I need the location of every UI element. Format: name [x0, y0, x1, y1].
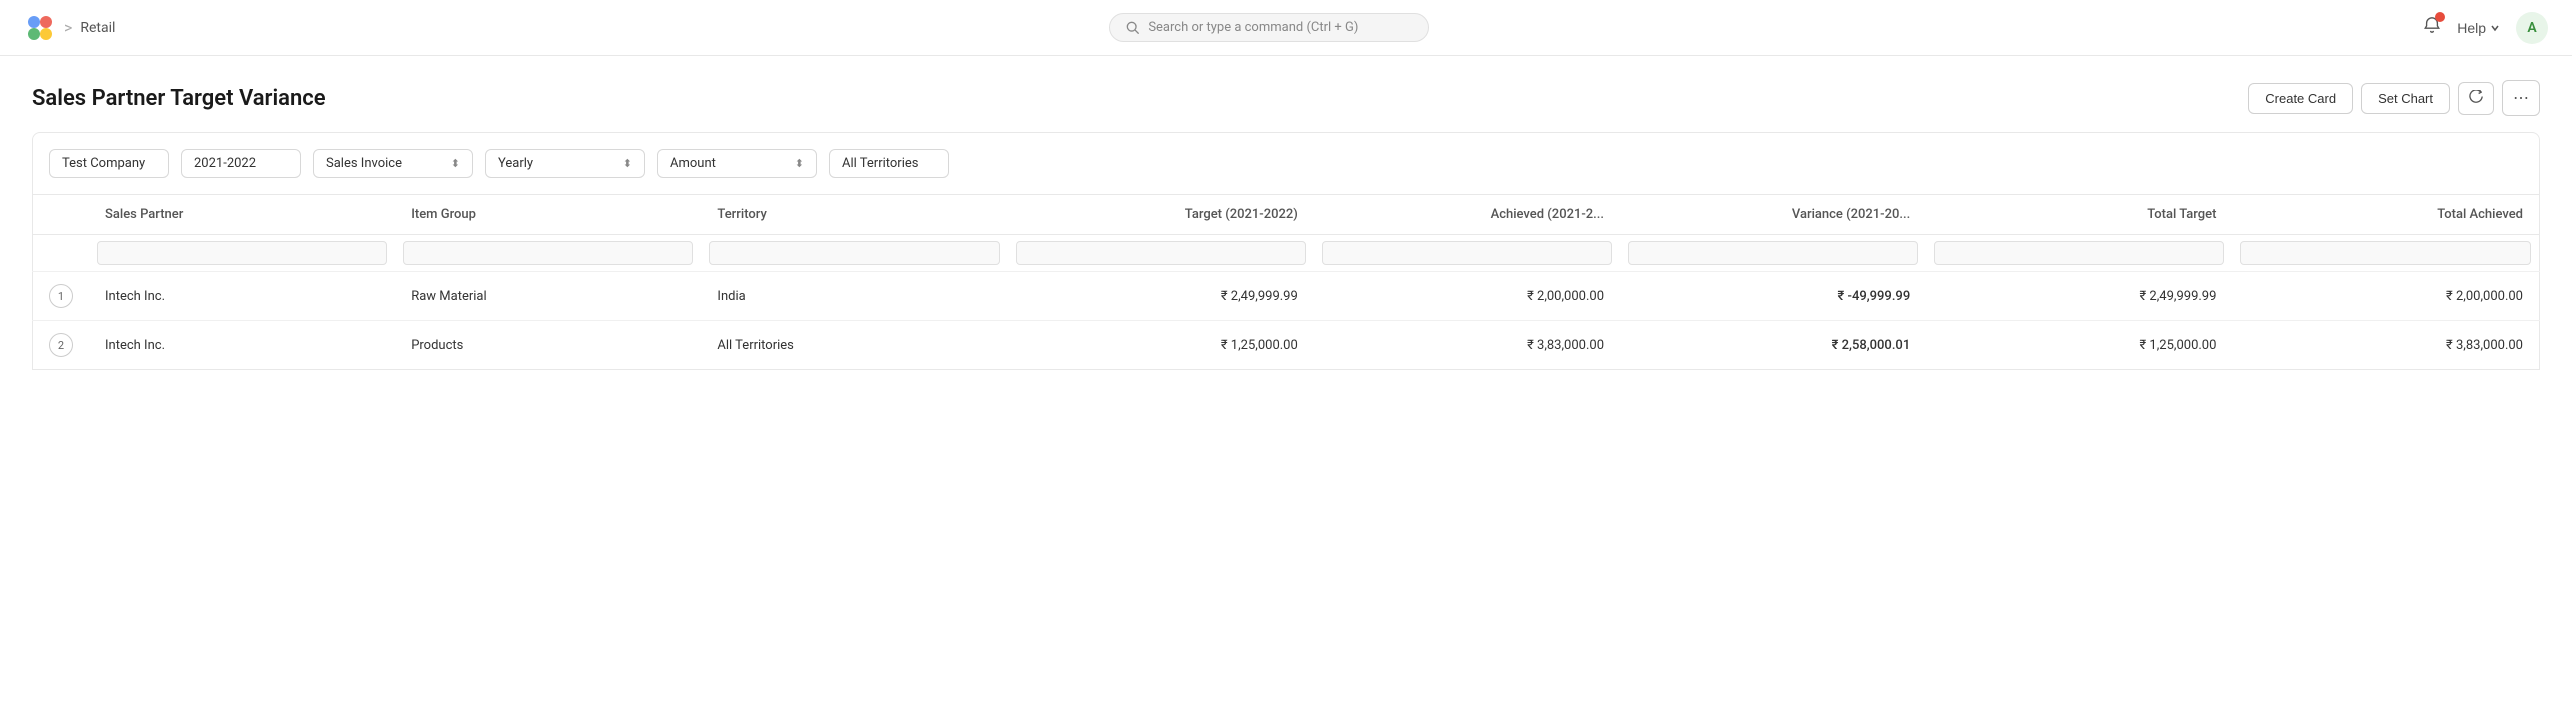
- help-label: Help: [2457, 20, 2486, 36]
- cell-item-group: Products: [395, 321, 701, 370]
- col-header-rownum: [33, 195, 90, 235]
- cell-territory: India: [701, 272, 1007, 321]
- filter-input-sales-partner[interactable]: [97, 241, 387, 265]
- breadcrumb-retail[interactable]: Retail: [80, 20, 115, 36]
- table-row: 1 Intech Inc. Raw Material India ₹ 2,49,…: [33, 272, 2540, 321]
- period-filter[interactable]: Yearly ⬍: [485, 149, 645, 178]
- breadcrumb-separator: >: [64, 18, 72, 37]
- filter-input-variance[interactable]: [1628, 241, 1918, 265]
- table-header-row: Sales Partner Item Group Territory Targe…: [33, 195, 2540, 235]
- cell-rownum: 1: [33, 272, 90, 321]
- period-value: Yearly: [498, 156, 533, 171]
- col-header-sales-partner[interactable]: Sales Partner: [89, 195, 395, 235]
- col-header-variance[interactable]: Variance (2021-20...: [1620, 195, 1926, 235]
- filter-cell-variance[interactable]: [1620, 235, 1926, 272]
- document-type-filter[interactable]: Sales Invoice ⬍: [313, 149, 473, 178]
- set-chart-button[interactable]: Set Chart: [2361, 83, 2450, 114]
- cell-territory: All Territories: [701, 321, 1007, 370]
- cell-target: ₹ 2,49,999.99: [1008, 272, 1314, 321]
- measure-filter[interactable]: Amount ⬍: [657, 149, 817, 178]
- company-filter[interactable]: Test Company: [49, 149, 169, 178]
- cell-total-achieved: ₹ 2,00,000.00: [2232, 272, 2539, 321]
- main-content: Test Company 2021-2022 Sales Invoice ⬍ Y…: [0, 132, 2572, 402]
- app-logo-icon[interactable]: [24, 12, 56, 44]
- topnav-right: Help A: [2423, 12, 2548, 44]
- search-bar[interactable]: Search or type a command (Ctrl + G): [1109, 13, 1429, 42]
- cell-item-group: Raw Material: [395, 272, 701, 321]
- filter-cell-total-achieved[interactable]: [2232, 235, 2539, 272]
- filter-cell-rownum: [33, 235, 90, 272]
- chevron-up-down-icon-3: ⬍: [795, 157, 804, 170]
- cell-rownum: 2: [33, 321, 90, 370]
- filter-cell-achieved[interactable]: [1314, 235, 1620, 272]
- avatar[interactable]: A: [2516, 12, 2548, 44]
- page-title: Sales Partner Target Variance: [32, 86, 326, 111]
- data-table: Sales Partner Item Group Territory Targe…: [32, 195, 2540, 370]
- row-number: 2: [49, 333, 73, 357]
- col-header-target[interactable]: Target (2021-2022): [1008, 195, 1314, 235]
- col-header-territory[interactable]: Territory: [701, 195, 1007, 235]
- table-row: 2 Intech Inc. Products All Territories ₹…: [33, 321, 2540, 370]
- filter-input-total-achieved[interactable]: [2240, 241, 2531, 265]
- cell-total-target: ₹ 2,49,999.99: [1926, 272, 2232, 321]
- filter-cell-sales-partner[interactable]: [89, 235, 395, 272]
- row-number: 1: [49, 284, 73, 308]
- filter-row: Test Company 2021-2022 Sales Invoice ⬍ Y…: [32, 132, 2540, 195]
- cell-target: ₹ 1,25,000.00: [1008, 321, 1314, 370]
- cell-achieved: ₹ 3,83,000.00: [1314, 321, 1620, 370]
- document-type-value: Sales Invoice: [326, 156, 402, 171]
- territory-value: All Territories: [842, 156, 918, 171]
- topnav-center: Search or type a command (Ctrl + G): [115, 13, 2423, 42]
- cell-sales-partner: Intech Inc.: [89, 272, 395, 321]
- cell-total-target: ₹ 1,25,000.00: [1926, 321, 2232, 370]
- chevron-up-down-icon-2: ⬍: [623, 157, 632, 170]
- measure-value: Amount: [670, 156, 716, 171]
- create-card-button[interactable]: Create Card: [2248, 83, 2353, 114]
- year-filter-value: 2021-2022: [194, 156, 256, 171]
- cell-variance: ₹ 2,58,000.01: [1620, 321, 1926, 370]
- chevron-down-icon: [2490, 23, 2500, 33]
- filter-input-target[interactable]: [1016, 241, 1306, 265]
- refresh-button[interactable]: [2458, 82, 2494, 115]
- col-header-item-group[interactable]: Item Group: [395, 195, 701, 235]
- cell-variance: ₹ -49,999.99: [1620, 272, 1926, 321]
- filter-cell-territory[interactable]: [701, 235, 1007, 272]
- page-header: Sales Partner Target Variance Create Car…: [0, 56, 2572, 132]
- filter-cell-item-group[interactable]: [395, 235, 701, 272]
- notification-button[interactable]: [2423, 16, 2441, 39]
- territory-filter[interactable]: All Territories: [829, 149, 949, 178]
- cell-sales-partner: Intech Inc.: [89, 321, 395, 370]
- filter-input-total-target[interactable]: [1934, 241, 2224, 265]
- topnav-left: > Retail: [24, 12, 115, 44]
- cell-achieved: ₹ 2,00,000.00: [1314, 272, 1620, 321]
- company-filter-value: Test Company: [62, 156, 145, 171]
- notification-badge: [2435, 12, 2445, 22]
- filter-input-achieved[interactable]: [1322, 241, 1612, 265]
- refresh-icon: [2469, 90, 2483, 104]
- filter-input-item-group[interactable]: [403, 241, 693, 265]
- col-header-total-target[interactable]: Total Target: [1926, 195, 2232, 235]
- table-filter-row: [33, 235, 2540, 272]
- filter-cell-total-target[interactable]: [1926, 235, 2232, 272]
- year-filter[interactable]: 2021-2022: [181, 149, 301, 178]
- more-options-button[interactable]: ⋯: [2502, 80, 2540, 116]
- filter-input-territory[interactable]: [709, 241, 999, 265]
- chevron-up-down-icon: ⬍: [451, 157, 460, 170]
- col-header-achieved[interactable]: Achieved (2021-2...: [1314, 195, 1620, 235]
- search-placeholder: Search or type a command (Ctrl + G): [1148, 20, 1358, 35]
- help-button[interactable]: Help: [2457, 20, 2500, 36]
- header-actions: Create Card Set Chart ⋯: [2248, 80, 2540, 116]
- col-header-total-achieved[interactable]: Total Achieved: [2232, 195, 2539, 235]
- filter-cell-target[interactable]: [1008, 235, 1314, 272]
- topnav: > Retail Search or type a command (Ctrl …: [0, 0, 2572, 56]
- search-icon: [1126, 21, 1140, 35]
- cell-total-achieved: ₹ 3,83,000.00: [2232, 321, 2539, 370]
